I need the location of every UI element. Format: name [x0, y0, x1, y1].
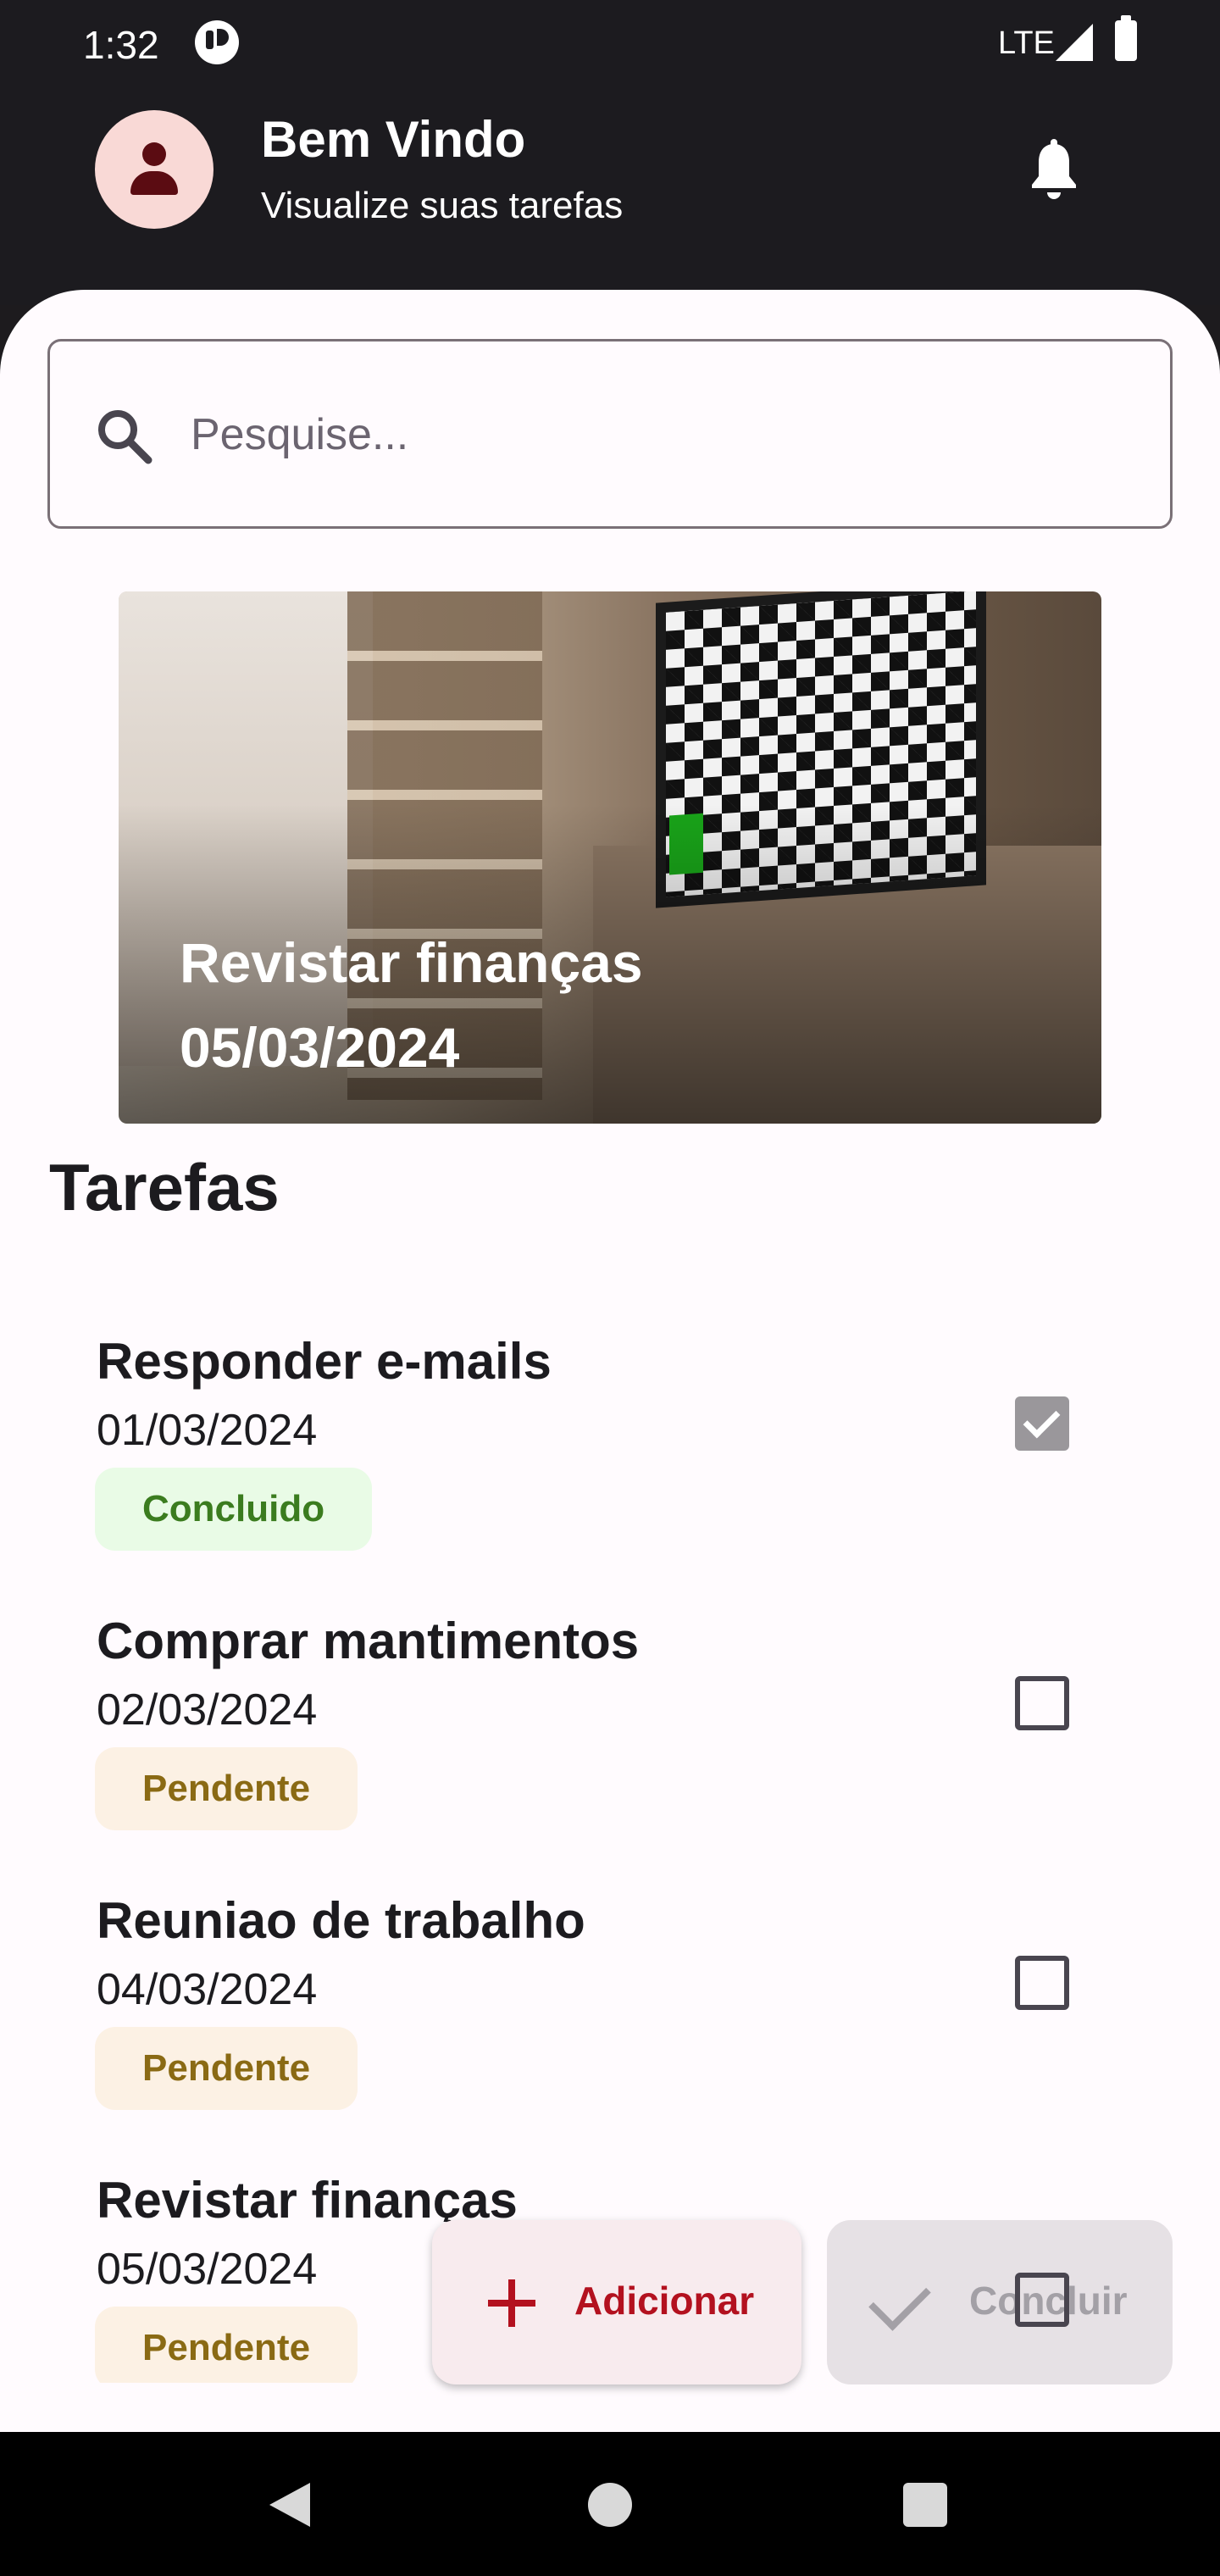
task-checkbox[interactable] [1015, 2273, 1069, 2327]
welcome-title: Bem Vindo [261, 111, 526, 168]
task-item[interactable]: Comprar mantimentos 02/03/2024 Pendente [0, 1612, 1220, 1891]
system-nav-bar [0, 2432, 1220, 2576]
status-badge: Pendente [95, 2027, 358, 2110]
bell-icon[interactable] [1027, 139, 1081, 203]
search-input[interactable] [191, 392, 1123, 477]
app-notification-icon [195, 20, 239, 64]
add-button-label: Adicionar [574, 2279, 755, 2323]
add-task-button[interactable]: Adicionar [432, 2220, 801, 2384]
welcome-subtitle: Visualize suas tarefas [261, 185, 624, 226]
network-type: LTE [998, 25, 1055, 61]
search-bar[interactable] [47, 339, 1173, 529]
task-item[interactable]: Reuniao de trabalho 04/03/2024 Pendente [0, 1891, 1220, 2171]
battery-icon [1115, 15, 1137, 61]
task-item[interactable]: Responder e-mails 01/03/2024 Concluido [0, 1332, 1220, 1612]
task-checkbox[interactable] [1015, 1956, 1069, 2010]
signal-icon [1056, 24, 1093, 61]
plus-icon [488, 2279, 535, 2327]
home-icon[interactable] [588, 2483, 632, 2527]
complete-tasks-button[interactable]: Concluir [827, 2220, 1173, 2384]
main-content: Revistar finanças 05/03/2024 Tarefas Res… [0, 290, 1220, 2432]
task-date: 02/03/2024 [97, 1685, 318, 1735]
status-badge: Pendente [95, 2307, 358, 2383]
status-bar: 1:32 LTE [0, 0, 1220, 85]
status-badge: Concluido [95, 1468, 373, 1551]
back-icon[interactable] [269, 2483, 310, 2527]
status-time: 1:32 [83, 23, 159, 67]
task-checkbox[interactable] [1015, 1676, 1069, 1730]
section-title: Tarefas [49, 1150, 280, 1224]
app-header: Bem Vindo Visualize suas tarefas [0, 85, 1220, 305]
check-icon [868, 2268, 931, 2331]
person-icon [130, 142, 178, 197]
avatar[interactable] [95, 110, 214, 229]
recents-icon[interactable] [903, 2483, 947, 2527]
task-date: 05/03/2024 [97, 2245, 318, 2294]
task-title: Comprar mantimentos [97, 1613, 640, 1669]
status-badge: Pendente [95, 1747, 358, 1830]
featured-task-banner[interactable]: Revistar finanças 05/03/2024 [119, 591, 1101, 1124]
task-date: 01/03/2024 [97, 1406, 318, 1455]
search-icon [98, 410, 152, 464]
task-title: Responder e-mails [97, 1333, 552, 1390]
banner-date: 05/03/2024 [180, 1016, 460, 1079]
task-title: Reuniao de trabalho [97, 1892, 585, 1949]
banner-title: Revistar finanças [180, 931, 643, 994]
task-checkbox[interactable] [1015, 1396, 1069, 1451]
task-date: 04/03/2024 [97, 1965, 318, 2014]
